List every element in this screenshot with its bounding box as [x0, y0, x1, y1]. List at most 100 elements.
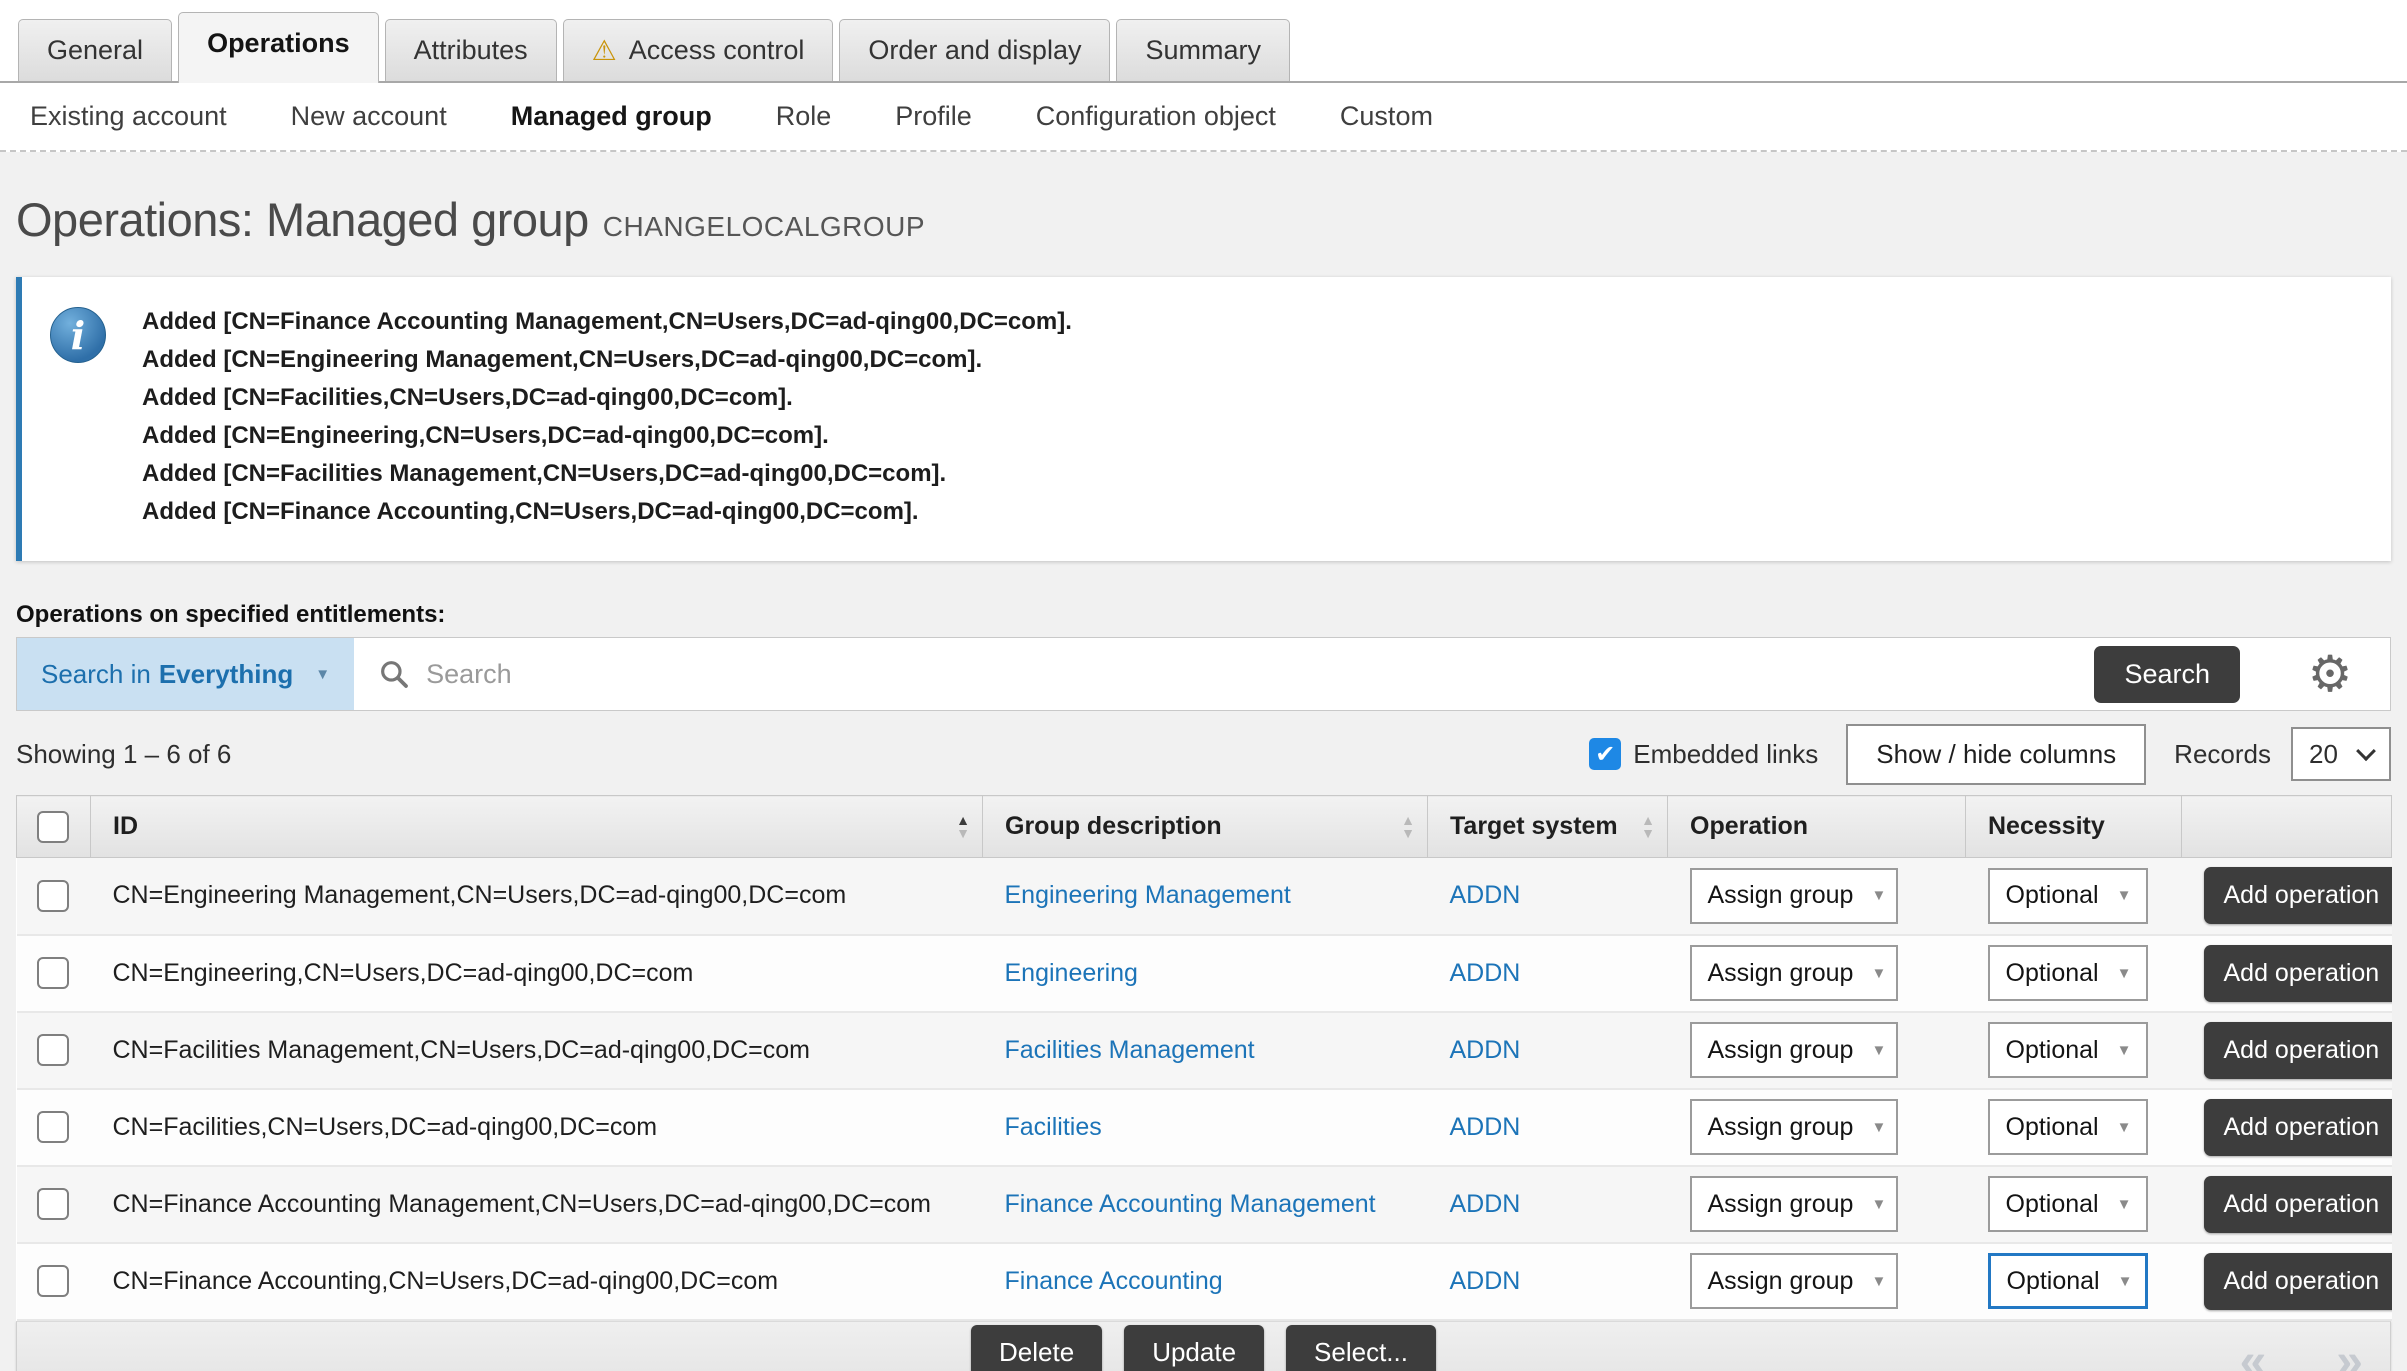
- necessity-select[interactable]: Optional ▼: [1988, 868, 2148, 924]
- main-tab[interactable]: ⚠ Attributes: [385, 19, 557, 81]
- info-message: Added [CN=Finance Accounting Management,…: [142, 303, 1072, 341]
- add-operation-button[interactable]: Add operation: [2204, 867, 2392, 924]
- chevron-down-icon: ▼: [2117, 1119, 2132, 1136]
- column-header-group-description[interactable]: Group description ▲▼: [983, 796, 1428, 858]
- add-operation-button[interactable]: Add operation: [2204, 945, 2392, 1002]
- pagination-prev-icon[interactable]: «: [2240, 1334, 2267, 1371]
- main-tab-bar: ⚠ General ⚠ Operations ⚠ Attributes ⚠ Ac…: [0, 0, 2407, 83]
- search-button[interactable]: Search: [2094, 646, 2240, 703]
- sub-tab[interactable]: New account: [291, 101, 447, 132]
- group-description-link[interactable]: Engineering Management: [1005, 881, 1291, 909]
- operation-select[interactable]: Assign group ▼: [1690, 1099, 1898, 1155]
- info-message: Added [CN=Facilities,CN=Users,DC=ad-qing…: [142, 379, 1072, 417]
- add-operation-button[interactable]: Add operation: [2204, 1022, 2392, 1079]
- row-checkbox[interactable]: [37, 957, 69, 989]
- target-system-link[interactable]: ADDN: [1450, 881, 1521, 909]
- column-header-operation: Operation: [1668, 796, 1966, 858]
- column-header-target-system[interactable]: Target system ▲▼: [1428, 796, 1668, 858]
- operation-select[interactable]: Assign group ▼: [1690, 1253, 1898, 1309]
- column-header-id[interactable]: ID ▲▼: [91, 796, 983, 858]
- search-bar: Search in Everything ▼ Search ⚙: [16, 637, 2391, 711]
- chevron-down-icon: ▼: [1871, 1196, 1886, 1213]
- main-tab[interactable]: ⚠ Summary: [1116, 19, 1290, 81]
- necessity-select[interactable]: Optional ▼: [1988, 1253, 2148, 1309]
- table-row: CN=Engineering Management,CN=Users,DC=ad…: [17, 858, 2392, 935]
- row-id: CN=Finance Accounting,CN=Users,DC=ad-qin…: [91, 1243, 983, 1320]
- show-hide-columns-button[interactable]: Show / hide columns: [1846, 724, 2146, 785]
- records-select[interactable]: 20: [2291, 727, 2391, 781]
- operation-value: Assign group: [1708, 1267, 1854, 1296]
- sub-tab[interactable]: Configuration object: [1036, 101, 1276, 132]
- add-operation-button[interactable]: Add operation: [2204, 1253, 2392, 1310]
- operation-select[interactable]: Assign group ▼: [1690, 945, 1898, 1001]
- group-description-link[interactable]: Finance Accounting Management: [1005, 1190, 1376, 1218]
- group-description-link[interactable]: Facilities: [1005, 1113, 1102, 1141]
- target-system-link[interactable]: ADDN: [1450, 1190, 1521, 1218]
- sub-tab[interactable]: Existing account: [30, 101, 227, 132]
- target-system-link[interactable]: ADDN: [1450, 1036, 1521, 1064]
- group-description-link[interactable]: Finance Accounting: [1005, 1267, 1223, 1295]
- main-tab[interactable]: ⚠ Operations: [178, 12, 379, 83]
- table-row: CN=Facilities Management,CN=Users,DC=ad-…: [17, 1012, 2392, 1089]
- footer-action-button[interactable]: Select...: [1286, 1325, 1436, 1371]
- row-checkbox[interactable]: [37, 1265, 69, 1297]
- row-id: CN=Finance Accounting Management,CN=User…: [91, 1166, 983, 1243]
- necessity-value: Optional: [2007, 1267, 2100, 1296]
- chevron-down-icon: ▼: [1871, 887, 1886, 904]
- operation-select[interactable]: Assign group ▼: [1690, 1022, 1898, 1078]
- sub-tab[interactable]: Custom: [1340, 101, 1433, 132]
- info-message: Added [CN=Finance Accounting,CN=Users,DC…: [142, 493, 1072, 531]
- main-content: Operations: Managed groupCHANGELOCALGROU…: [0, 192, 2407, 1371]
- group-description-link[interactable]: Facilities Management: [1005, 1036, 1255, 1064]
- target-system-link[interactable]: ADDN: [1450, 1267, 1521, 1295]
- row-checkbox[interactable]: [37, 1111, 69, 1143]
- row-id: CN=Engineering Management,CN=Users,DC=ad…: [91, 858, 983, 935]
- sub-tab-label: Existing account: [30, 101, 227, 131]
- column-label: Target system: [1450, 812, 1618, 840]
- chevron-down-icon: ▼: [2118, 1273, 2133, 1290]
- footer-action-button[interactable]: Delete: [971, 1325, 1102, 1371]
- necessity-select[interactable]: Optional ▼: [1988, 945, 2148, 1001]
- footer-action-button[interactable]: Update: [1124, 1325, 1264, 1371]
- main-tab-label: General: [47, 35, 143, 66]
- target-system-link[interactable]: ADDN: [1450, 1113, 1521, 1141]
- main-tab-label: Summary: [1145, 35, 1261, 66]
- warning-icon: ⚠: [592, 37, 617, 65]
- table-header-row: ID ▲▼ Group description ▲▼ Target system…: [17, 796, 2392, 858]
- entitlements-table: ID ▲▼ Group description ▲▼ Target system…: [16, 795, 2392, 1321]
- embedded-links-checkbox[interactable]: ✔: [1589, 738, 1621, 770]
- necessity-select[interactable]: Optional ▼: [1988, 1022, 2148, 1078]
- row-checkbox[interactable]: [37, 1188, 69, 1220]
- sub-tab[interactable]: Role: [776, 101, 832, 132]
- target-system-link[interactable]: ADDN: [1450, 959, 1521, 987]
- sort-icon: ▲▼: [1401, 814, 1415, 840]
- section-label: Operations on specified entitlements:: [16, 601, 2391, 629]
- gear-icon[interactable]: ⚙: [2308, 649, 2353, 699]
- operation-select[interactable]: Assign group ▼: [1690, 1176, 1898, 1232]
- group-description-link[interactable]: Engineering: [1005, 959, 1138, 987]
- sub-tab[interactable]: Managed group: [511, 101, 712, 132]
- column-label: ID: [113, 812, 138, 840]
- main-tab[interactable]: ⚠ Access control: [563, 19, 834, 81]
- sub-tab-label: Managed group: [511, 101, 712, 131]
- chevron-down-icon: ▼: [315, 666, 330, 683]
- operation-select[interactable]: Assign group ▼: [1690, 868, 1898, 924]
- main-tab-label: Order and display: [868, 35, 1081, 66]
- row-checkbox[interactable]: [37, 1034, 69, 1066]
- sub-tab[interactable]: Profile: [895, 101, 972, 132]
- add-operation-button[interactable]: Add operation: [2204, 1176, 2392, 1233]
- row-checkbox[interactable]: [37, 880, 69, 912]
- main-tab[interactable]: ⚠ Order and display: [839, 19, 1110, 81]
- main-tab-label: Attributes: [414, 35, 528, 66]
- sub-tab-label: New account: [291, 101, 447, 131]
- pagination-next-icon[interactable]: »: [2336, 1334, 2363, 1371]
- add-operation-button[interactable]: Add operation: [2204, 1099, 2392, 1156]
- necessity-select[interactable]: Optional ▼: [1988, 1099, 2148, 1155]
- search-input[interactable]: [426, 659, 2094, 690]
- sub-tab-label: Custom: [1340, 101, 1433, 131]
- main-tab[interactable]: ⚠ General: [18, 19, 172, 81]
- chevron-down-icon: ▼: [2117, 965, 2132, 982]
- necessity-select[interactable]: Optional ▼: [1988, 1176, 2148, 1232]
- search-scope-dropdown[interactable]: Search in Everything ▼: [17, 638, 354, 710]
- select-all-checkbox[interactable]: [37, 811, 69, 843]
